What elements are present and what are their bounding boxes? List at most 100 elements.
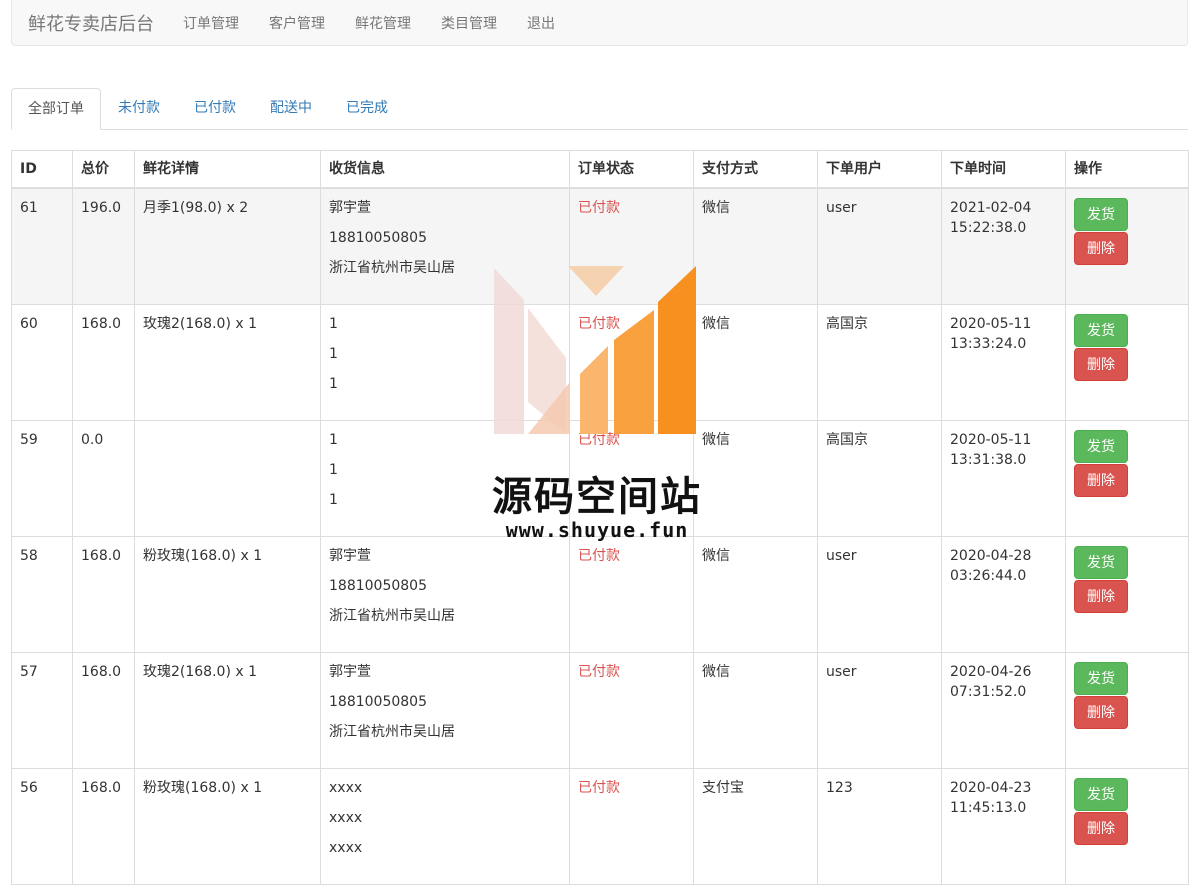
cell-total: 0.0: [72, 420, 135, 537]
header-total: 总价: [72, 150, 135, 189]
table-row: 61 196.0 月季1(98.0) x 2 郭宇萱 18810050805 浙…: [11, 187, 1189, 305]
ship-button[interactable]: 发货: [1074, 430, 1128, 463]
cell-payment: 支付宝: [693, 768, 818, 885]
cell-user: 高国京: [817, 420, 942, 537]
cell-time: 2020-05-11 13:33:24.0: [941, 304, 1066, 421]
cell-id: 58: [11, 536, 73, 653]
cell-id: 57: [11, 652, 73, 769]
recipient-phone: 1: [329, 462, 338, 478]
cell-detail: 月季1(98.0) x 2: [134, 187, 321, 305]
orders-table: ID 总价 鲜花详情 收货信息 订单状态 支付方式 下单用户 下单时间 操作 6…: [11, 150, 1189, 885]
tab-all-orders[interactable]: 全部订单: [11, 88, 101, 130]
order-date: 2020-05-11: [950, 432, 1032, 448]
order-date: 2020-05-11: [950, 316, 1032, 332]
order-date: 2020-04-28: [950, 548, 1032, 564]
nav-orders[interactable]: 订单管理: [168, 13, 254, 33]
cell-actions: 发货 删除: [1065, 768, 1189, 885]
nav-flowers[interactable]: 鲜花管理: [340, 13, 426, 33]
cell-actions: 发货 删除: [1065, 304, 1189, 421]
cell-detail: 粉玫瑰(168.0) x 1: [134, 768, 321, 885]
cell-shipping: 郭宇萱 18810050805 浙江省杭州市吴山居: [320, 187, 570, 305]
cell-actions: 发货 删除: [1065, 420, 1189, 537]
tab-unpaid[interactable]: 未付款: [101, 88, 177, 129]
brand-title[interactable]: 鲜花专卖店后台: [28, 10, 154, 36]
cell-id: 61: [11, 187, 73, 305]
ship-button[interactable]: 发货: [1074, 314, 1128, 347]
ship-button[interactable]: 发货: [1074, 662, 1128, 695]
order-time: 11:45:13.0: [950, 800, 1027, 816]
cell-actions: 发货 删除: [1065, 187, 1189, 305]
cell-status: 已付款: [569, 304, 694, 421]
table-row: 56 168.0 粉玫瑰(168.0) x 1 xxxx xxxx xxxx 已…: [11, 768, 1189, 885]
ship-button[interactable]: 发货: [1074, 546, 1128, 579]
delete-button[interactable]: 删除: [1074, 812, 1128, 845]
nav-categories[interactable]: 类目管理: [426, 13, 512, 33]
cell-time: 2020-04-28 03:26:44.0: [941, 536, 1066, 653]
cell-id: 56: [11, 768, 73, 885]
cell-actions: 发货 删除: [1065, 536, 1189, 653]
cell-detail: 玫瑰2(168.0) x 1: [134, 652, 321, 769]
recipient-address: 1: [329, 492, 338, 508]
delete-button[interactable]: 删除: [1074, 580, 1128, 613]
recipient-address: 浙江省杭州市吴山居: [329, 260, 455, 276]
nav-customers[interactable]: 客户管理: [254, 13, 340, 33]
cell-detail: 粉玫瑰(168.0) x 1: [134, 536, 321, 653]
order-date: 2020-04-23: [950, 780, 1032, 796]
tab-delivering[interactable]: 配送中: [253, 88, 329, 129]
order-status-tabs: 全部订单 未付款 已付款 配送中 已完成: [11, 88, 1188, 130]
cell-total: 168.0: [72, 536, 135, 653]
nav-logout[interactable]: 退出: [512, 13, 570, 33]
cell-shipping: 1 1 1: [320, 420, 570, 537]
order-time: 15:22:38.0: [950, 220, 1027, 236]
cell-detail: 玫瑰2(168.0) x 1: [134, 304, 321, 421]
order-time: 13:31:38.0: [950, 452, 1027, 468]
tab-completed[interactable]: 已完成: [329, 88, 405, 129]
cell-payment: 微信: [693, 652, 818, 769]
cell-time: 2020-05-11 13:31:38.0: [941, 420, 1066, 537]
header-shipping: 收货信息: [320, 150, 570, 189]
recipient-name: 郭宇萱: [329, 548, 371, 564]
table-row: 58 168.0 粉玫瑰(168.0) x 1 郭宇萱 18810050805 …: [11, 536, 1189, 653]
cell-payment: 微信: [693, 420, 818, 537]
delete-button[interactable]: 删除: [1074, 696, 1128, 729]
top-navbar: 鲜花专卖店后台 订单管理 客户管理 鲜花管理 类目管理 退出: [11, 0, 1188, 46]
order-date: 2021-02-04: [950, 200, 1032, 216]
cell-status: 已付款: [569, 768, 694, 885]
cell-user: 123: [817, 768, 942, 885]
delete-button[interactable]: 删除: [1074, 232, 1128, 265]
tab-paid[interactable]: 已付款: [177, 88, 253, 129]
cell-status: 已付款: [569, 652, 694, 769]
header-payment: 支付方式: [693, 150, 818, 189]
header-id: ID: [11, 150, 73, 189]
header-status: 订单状态: [569, 150, 694, 189]
header-detail: 鲜花详情: [134, 150, 321, 189]
cell-status: 已付款: [569, 187, 694, 305]
order-time: 03:26:44.0: [950, 568, 1027, 584]
cell-user: 高国京: [817, 304, 942, 421]
delete-button[interactable]: 删除: [1074, 464, 1128, 497]
header-actions: 操作: [1065, 150, 1189, 189]
cell-detail: [134, 420, 321, 537]
recipient-address: 1: [329, 376, 338, 392]
ship-button[interactable]: 发货: [1074, 778, 1128, 811]
ship-button[interactable]: 发货: [1074, 198, 1128, 231]
cell-total: 168.0: [72, 304, 135, 421]
order-time: 07:31:52.0: [950, 684, 1027, 700]
table-header-row: ID 总价 鲜花详情 收货信息 订单状态 支付方式 下单用户 下单时间 操作: [11, 150, 1189, 189]
cell-shipping: 郭宇萱 18810050805 浙江省杭州市吴山居: [320, 652, 570, 769]
cell-payment: 微信: [693, 187, 818, 305]
recipient-name: 郭宇萱: [329, 664, 371, 680]
cell-user: user: [817, 536, 942, 653]
cell-payment: 微信: [693, 304, 818, 421]
cell-id: 59: [11, 420, 73, 537]
recipient-name: xxxx: [329, 780, 363, 796]
delete-button[interactable]: 删除: [1074, 348, 1128, 381]
cell-payment: 微信: [693, 536, 818, 653]
table-row: 59 0.0 1 1 1 已付款 微信 高国京 2020-05-11 13:31…: [11, 420, 1189, 537]
recipient-name: 1: [329, 316, 338, 332]
header-time: 下单时间: [941, 150, 1066, 189]
cell-status: 已付款: [569, 420, 694, 537]
recipient-phone: 18810050805: [329, 694, 427, 710]
cell-status: 已付款: [569, 536, 694, 653]
table-row: 57 168.0 玫瑰2(168.0) x 1 郭宇萱 18810050805 …: [11, 652, 1189, 769]
